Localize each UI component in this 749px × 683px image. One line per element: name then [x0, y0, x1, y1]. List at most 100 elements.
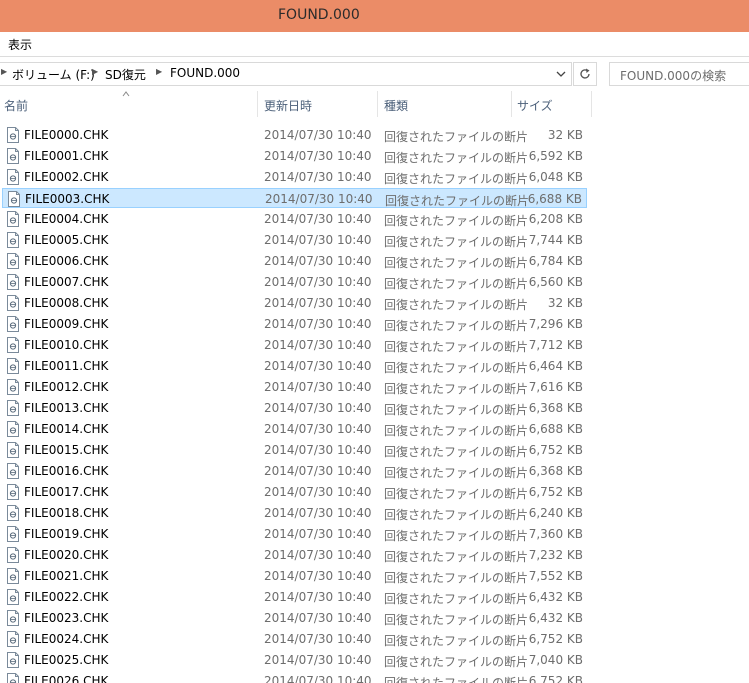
column-type[interactable]: 種類	[384, 97, 408, 114]
file-icon	[6, 505, 20, 521]
file-icon	[6, 631, 20, 647]
file-row[interactable]: FILE0015.CHK 2014/07/30 10:40 回復されたファイルの断片…	[2, 440, 587, 460]
file-row[interactable]: FILE0013.CHK 2014/07/30 10:40 回復されたファイルの断片…	[2, 398, 587, 418]
file-row[interactable]: FILE0001.CHK 2014/07/30 10:40 回復されたファイルの断片…	[2, 146, 587, 166]
chevron-right-icon[interactable]: ▶	[1, 67, 7, 76]
file-name: FILE0010.CHK	[24, 338, 109, 352]
file-date: 2014/07/30 10:40	[264, 317, 372, 331]
file-icon	[6, 211, 20, 227]
file-size: 6,368 KB	[528, 401, 583, 415]
file-row[interactable]: FILE0026.CHK 2014/07/30 10:40 回復されたファイルの断片…	[2, 671, 587, 683]
file-row[interactable]: FILE0018.CHK 2014/07/30 10:40 回復されたファイルの断片…	[2, 503, 587, 523]
file-date: 2014/07/30 10:40	[264, 485, 372, 499]
file-date: 2014/07/30 10:40	[264, 653, 372, 667]
file-row[interactable]: FILE0017.CHK 2014/07/30 10:40 回復されたファイルの断片…	[2, 482, 587, 502]
file-row[interactable]: FILE0007.CHK 2014/07/30 10:40 回復されたファイルの断片…	[2, 272, 587, 292]
file-type: 回復されたファイルの断片	[384, 487, 529, 501]
file-row[interactable]: FILE0002.CHK 2014/07/30 10:40 回復されたファイルの断片…	[2, 167, 587, 187]
file-name: FILE0021.CHK	[24, 569, 109, 583]
column-date[interactable]: 更新日時	[264, 97, 312, 114]
file-size: 6,560 KB	[528, 275, 583, 289]
file-row[interactable]: FILE0020.CHK 2014/07/30 10:40 回復されたファイルの断片…	[2, 545, 587, 565]
file-type: 回復されたファイルの断片	[384, 403, 529, 417]
menu-view[interactable]: 表示	[8, 36, 32, 53]
file-row[interactable]: FILE0009.CHK 2014/07/30 10:40 回復されたファイルの断片…	[2, 314, 587, 334]
breadcrumb-volume[interactable]: ボリューム (F:)	[12, 66, 95, 83]
column-divider[interactable]	[591, 91, 592, 117]
file-row[interactable]: FILE0021.CHK 2014/07/30 10:40 回復されたファイルの断片…	[2, 566, 587, 586]
file-type: 回復されたファイルの断片	[384, 130, 529, 144]
file-date: 2014/07/30 10:40	[264, 401, 372, 415]
file-row[interactable]: FILE0011.CHK 2014/07/30 10:40 回復されたファイルの断片…	[2, 356, 587, 376]
file-type: 回復されたファイルの断片	[384, 445, 529, 459]
file-name: FILE0020.CHK	[24, 548, 109, 562]
file-row[interactable]: FILE0010.CHK 2014/07/30 10:40 回復されたファイルの断片…	[2, 335, 587, 355]
file-date: 2014/07/30 10:40	[264, 254, 372, 268]
address-bar[interactable]: ▶ ボリューム (F:) ▶ SD復元 ▶ FOUND.000	[0, 62, 572, 86]
column-divider[interactable]	[257, 91, 258, 117]
file-icon	[6, 673, 20, 683]
file-date: 2014/07/30 10:40	[264, 275, 372, 289]
file-row[interactable]: FILE0008.CHK 2014/07/30 10:40 回復されたファイルの断片…	[2, 293, 587, 313]
file-size: 6,240 KB	[528, 506, 583, 520]
column-name[interactable]: 名前	[4, 97, 28, 114]
file-row[interactable]: FILE0003.CHK 2014/07/30 10:40 回復されたファイルの断片…	[2, 188, 587, 208]
file-icon	[6, 589, 20, 605]
file-row[interactable]: FILE0014.CHK 2014/07/30 10:40 回復されたファイルの断片…	[2, 419, 587, 439]
file-icon	[6, 232, 20, 248]
column-divider[interactable]	[377, 91, 378, 117]
file-type: 回復されたファイルの断片	[384, 550, 529, 564]
file-size: 6,432 KB	[528, 590, 583, 604]
search-placeholder: FOUND.000の検索	[620, 69, 727, 83]
column-header: 名前 更新日時 種類 サイズ	[0, 91, 749, 119]
file-name: FILE0003.CHK	[25, 192, 110, 206]
search-input[interactable]: FOUND.000の検索	[609, 62, 749, 86]
file-row[interactable]: FILE0025.CHK 2014/07/30 10:40 回復されたファイルの断片…	[2, 650, 587, 670]
file-row[interactable]: FILE0022.CHK 2014/07/30 10:40 回復されたファイルの断片…	[2, 587, 587, 607]
chevron-down-icon[interactable]	[553, 66, 569, 82]
refresh-button[interactable]	[573, 62, 597, 86]
file-row[interactable]: FILE0024.CHK 2014/07/30 10:40 回復されたファイルの断片…	[2, 629, 587, 649]
file-size: 7,552 KB	[528, 569, 583, 583]
file-row[interactable]: FILE0000.CHK 2014/07/30 10:40 回復されたファイルの断片…	[2, 125, 587, 145]
file-row[interactable]: FILE0023.CHK 2014/07/30 10:40 回復されたファイルの断片…	[2, 608, 587, 628]
breadcrumb-sd-restore[interactable]: SD復元	[105, 66, 146, 83]
file-row[interactable]: FILE0005.CHK 2014/07/30 10:40 回復されたファイルの断片…	[2, 230, 587, 250]
file-name: FILE0005.CHK	[24, 233, 109, 247]
file-icon	[6, 568, 20, 584]
breadcrumb-found[interactable]: FOUND.000	[170, 66, 240, 80]
file-size: 7,360 KB	[528, 527, 583, 541]
file-size: 6,368 KB	[528, 464, 583, 478]
file-size: 7,040 KB	[528, 653, 583, 667]
file-date: 2014/07/30 10:40	[264, 170, 372, 184]
file-type: 回復されたファイルの断片	[384, 298, 529, 312]
file-name: FILE0017.CHK	[24, 485, 109, 499]
file-type: 回復されたファイルの断片	[384, 235, 529, 249]
column-size[interactable]: サイズ	[517, 97, 553, 114]
file-date: 2014/07/30 10:40	[264, 506, 372, 520]
chevron-right-icon[interactable]: ▶	[156, 67, 162, 76]
file-type: 回復されたファイルの断片	[384, 592, 529, 606]
file-type: 回復されたファイルの断片	[384, 172, 529, 186]
file-size: 32 KB	[547, 296, 583, 310]
file-row[interactable]: FILE0012.CHK 2014/07/30 10:40 回復されたファイルの断片…	[2, 377, 587, 397]
file-type: 回復されたファイルの断片	[384, 424, 529, 438]
file-size: 6,688 KB	[528, 422, 583, 436]
file-date: 2014/07/30 10:40	[264, 212, 372, 226]
file-name: FILE0002.CHK	[24, 170, 109, 184]
file-row[interactable]: FILE0016.CHK 2014/07/30 10:40 回復されたファイルの断片…	[2, 461, 587, 481]
file-row[interactable]: FILE0019.CHK 2014/07/30 10:40 回復されたファイルの断片…	[2, 524, 587, 544]
column-divider[interactable]	[511, 91, 512, 117]
file-icon	[6, 547, 20, 563]
file-size: 6,592 KB	[528, 149, 583, 163]
title-bar: FOUND.000	[0, 0, 749, 32]
file-type: 回復されたファイルの断片	[384, 655, 529, 669]
file-icon	[6, 274, 20, 290]
file-date: 2014/07/30 10:40	[264, 149, 372, 163]
file-size: 6,752 KB	[528, 443, 583, 457]
file-row[interactable]: FILE0006.CHK 2014/07/30 10:40 回復されたファイルの断片…	[2, 251, 587, 271]
file-type: 回復されたファイルの断片	[384, 676, 529, 683]
file-type: 回復されたファイルの断片	[384, 508, 529, 522]
file-row[interactable]: FILE0004.CHK 2014/07/30 10:40 回復されたファイルの断片…	[2, 209, 587, 229]
chevron-right-icon[interactable]: ▶	[92, 67, 98, 76]
